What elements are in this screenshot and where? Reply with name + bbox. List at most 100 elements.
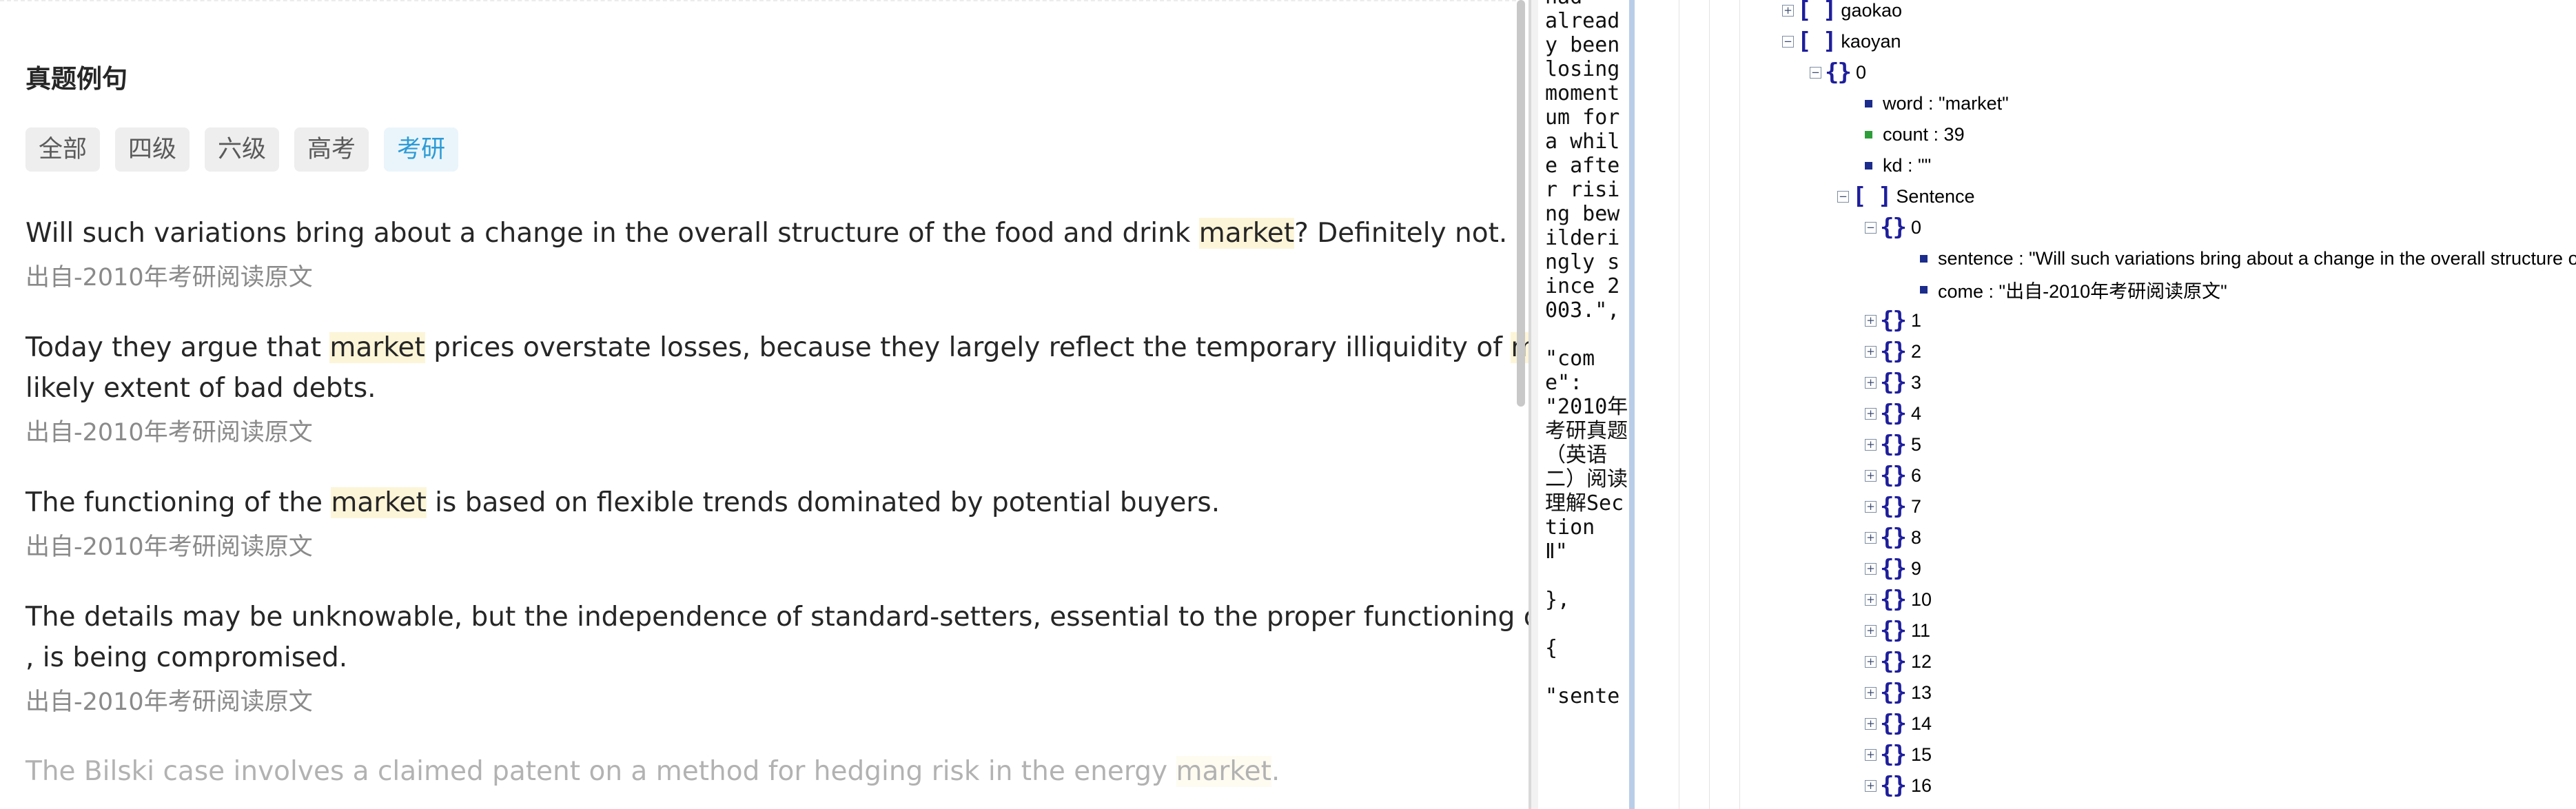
tree-node-collapsed[interactable]: +{} 8	[1865, 524, 1921, 551]
tree-node-collapsed[interactable]: +{} 12	[1865, 648, 1932, 675]
tree-leaf-come[interactable]: come : "出自-2010年考研阅读原文"	[1920, 277, 2227, 302]
expand-icon[interactable]: +	[1865, 717, 1877, 730]
tree-leaf-word[interactable]: word : "market"	[1865, 91, 2009, 116]
expand-icon[interactable]: +	[1865, 469, 1877, 482]
object-icon: {}	[1880, 524, 1907, 551]
expand-icon[interactable]: +	[1865, 779, 1877, 792]
example-item: Will such variations bring about a chang…	[25, 213, 1531, 293]
tree-node-kaoyan[interactable]: − [ ] kaoyan	[1782, 28, 1901, 55]
object-icon: {}	[1880, 586, 1907, 613]
tree-node-collapsed[interactable]: +{} 13	[1865, 679, 1932, 706]
example-source: 出自-2010年考研阅读原文	[25, 688, 313, 716]
tree-node-label: 12	[1910, 651, 1932, 672]
tab-kaoyan[interactable]: 考研	[384, 127, 459, 172]
raw-json-text[interactable]: had already been losing momentum for a w…	[1545, 0, 1629, 708]
tree-node-collapsed[interactable]: +{} 5	[1865, 431, 1921, 458]
tab-cet6[interactable]: 六级	[205, 127, 280, 172]
tree-node-label: 6	[1910, 464, 1921, 486]
tree-node-collapsed[interactable]: +{} 16	[1865, 772, 1932, 799]
scrollbar-thumb[interactable]	[1517, 0, 1525, 407]
sentence-text: prices overstate losses, because they la…	[425, 332, 1511, 363]
tab-gaokao[interactable]: 高考	[294, 127, 369, 172]
tree-node-collapsed[interactable]: +{} 1	[1865, 307, 1921, 334]
tree-node-collapsed[interactable]: +{} 11	[1865, 617, 1930, 644]
tree-node-label: kaoyan	[1841, 30, 1901, 52]
tree-node-collapsed[interactable]: +{} 6	[1865, 462, 1921, 489]
tree-node-collapsed[interactable]: +{} 9	[1865, 555, 1921, 582]
example-item: The functioning of the market is based o…	[25, 482, 1531, 562]
tree-node-label: 8	[1910, 526, 1921, 548]
tree-node-sentence-item[interactable]: − {} 0	[1865, 214, 1921, 241]
object-icon: {}	[1880, 555, 1907, 582]
tree-leaf-text: sentence : "Will such variations bring a…	[1938, 247, 2576, 269]
expand-icon[interactable]: +	[1865, 500, 1877, 513]
expand-icon[interactable]: +	[1865, 531, 1877, 544]
tree-node-label: 7	[1910, 495, 1921, 517]
tree-node-label: 15	[1910, 744, 1932, 765]
editor-gutter	[1531, 0, 1538, 809]
string-icon	[1920, 285, 1928, 294]
example-sentence: The Bilski case involves a claimed paten…	[25, 751, 1531, 792]
tree-leaf-sentence[interactable]: sentence : "Will such variations bring a…	[1920, 246, 2576, 271]
collapse-icon[interactable]: −	[1810, 66, 1821, 79]
object-icon: {}	[1825, 59, 1852, 86]
keyword-highlight: market	[1176, 756, 1271, 787]
expand-icon[interactable]: +	[1865, 314, 1877, 327]
tree-node-item[interactable]: − {} 0	[1810, 59, 1866, 86]
tree-node-label: 5	[1910, 433, 1921, 455]
array-icon: [ ]	[1852, 183, 1892, 210]
top-divider	[0, 0, 1516, 1]
expand-icon[interactable]: +	[1865, 748, 1877, 761]
expand-icon[interactable]: +	[1865, 686, 1877, 699]
collapse-icon[interactable]: −	[1865, 221, 1877, 234]
tree-node-label: 10	[1910, 588, 1932, 610]
expand-icon[interactable]: +	[1865, 438, 1877, 451]
column-guide	[1739, 0, 1740, 809]
tab-cet4[interactable]: 四级	[115, 127, 190, 172]
tree-leaf-count[interactable]: count : 39	[1865, 122, 1965, 147]
object-icon: {}	[1880, 369, 1907, 396]
splitter[interactable]	[1629, 0, 1635, 809]
tree-node-collapsed[interactable]: +{} 4	[1865, 400, 1921, 427]
expand-icon[interactable]: +	[1865, 593, 1877, 606]
tree-node-collapsed[interactable]: +{} 15	[1865, 741, 1932, 768]
object-icon: {}	[1880, 400, 1907, 427]
section-title: 真题例句	[25, 64, 127, 94]
tree-node-label: 16	[1910, 775, 1932, 796]
tree-node-label: 9	[1910, 557, 1921, 579]
tree-node-collapsed[interactable]: +{} 2	[1865, 338, 1921, 365]
tree-node-sentence[interactable]: − [ ] Sentence	[1837, 183, 1975, 210]
tree-node-label: 13	[1910, 682, 1932, 703]
object-icon: {}	[1880, 679, 1907, 706]
tree-node-collapsed[interactable]: +{} 14	[1865, 710, 1932, 737]
example-item: The details may be unknowable, but the i…	[25, 597, 1531, 717]
expand-icon[interactable]: +	[1865, 655, 1877, 668]
example-sentence-line2: likely extent of bad debts.	[25, 373, 376, 404]
sentence-text: .	[1271, 756, 1280, 787]
tree-node-collapsed[interactable]: +{} 7	[1865, 493, 1921, 520]
tree-leaf-text: count : 39	[1883, 123, 1965, 145]
expand-icon[interactable]: +	[1865, 624, 1877, 637]
sentence-text: Will such variations bring about a chang…	[25, 218, 1199, 249]
tree-leaf-kd[interactable]: kd : ""	[1865, 153, 1931, 178]
tree-node-collapsed[interactable]: +{} 3	[1865, 369, 1921, 396]
expand-icon[interactable]: +	[1782, 4, 1794, 17]
expand-icon[interactable]: +	[1865, 407, 1877, 420]
sentence-text: The details may be unknowable, but the i…	[25, 602, 1531, 633]
keyword-highlight: market	[329, 332, 425, 363]
expand-icon[interactable]: +	[1865, 562, 1877, 575]
collapse-icon[interactable]: −	[1782, 35, 1794, 48]
tab-all[interactable]: 全部	[25, 127, 101, 172]
collapse-icon[interactable]: −	[1837, 190, 1849, 203]
expand-icon[interactable]: +	[1865, 345, 1877, 358]
keyword-highlight: market	[1198, 218, 1295, 249]
array-icon: [ ]	[1797, 0, 1837, 24]
array-icon: [ ]	[1797, 28, 1837, 55]
object-icon: {}	[1880, 338, 1907, 365]
string-icon	[1920, 254, 1928, 263]
expand-icon[interactable]: +	[1865, 376, 1877, 389]
tree-node-collapsed[interactable]: +{} 10	[1865, 586, 1932, 613]
tree-node-label: 0	[1855, 61, 1866, 83]
object-icon: {}	[1880, 214, 1907, 241]
tree-node-gaokao[interactable]: + [ ] gaokao	[1782, 0, 1902, 24]
